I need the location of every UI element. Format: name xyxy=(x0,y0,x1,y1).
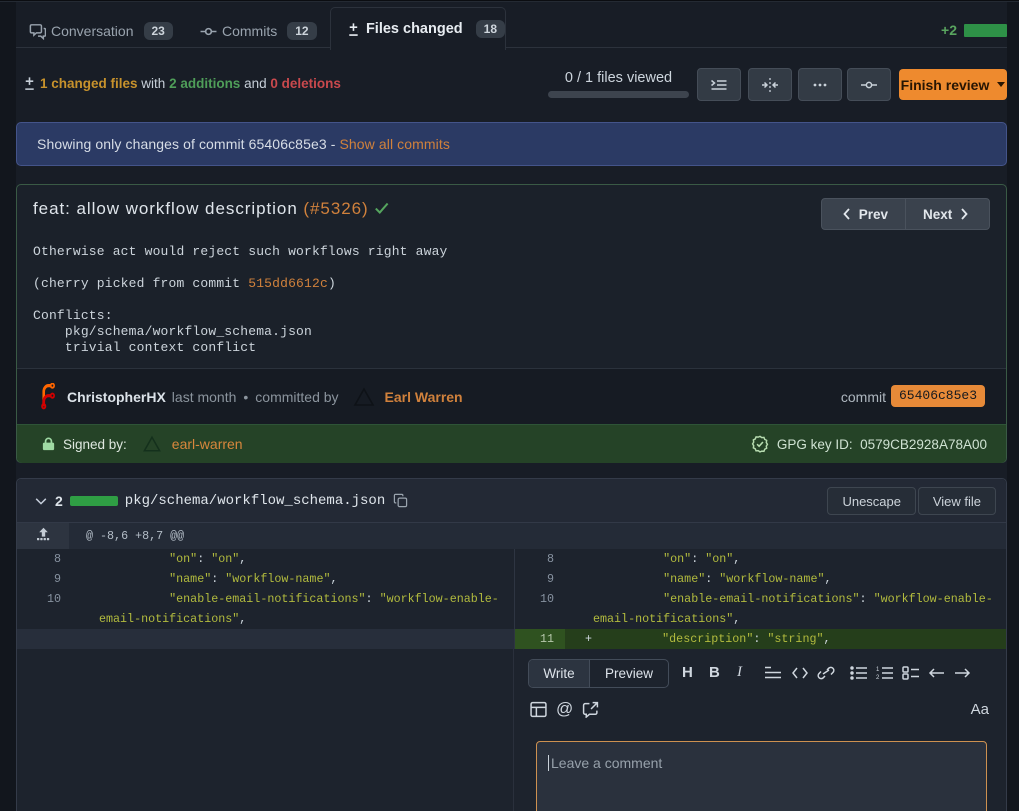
svg-text:2: 2 xyxy=(876,675,880,680)
svg-text:1: 1 xyxy=(876,667,880,673)
